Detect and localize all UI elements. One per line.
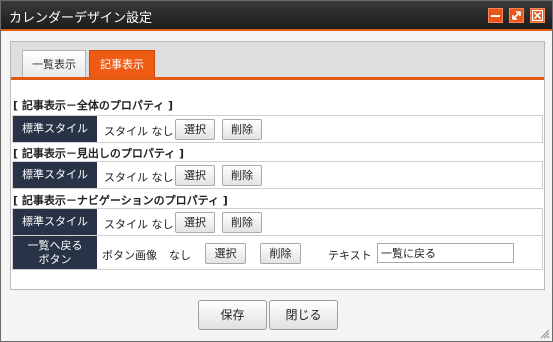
minimize-icon bbox=[491, 15, 500, 17]
calendar-design-dialog: カレンダーデザイン設定 一覧表示 記事表示 [ 記事表示－全体のプロパティ ] bbox=[0, 0, 553, 342]
close-button[interactable] bbox=[530, 8, 545, 23]
section-title-heading: [ 記事表示－見出しのプロパティ ] bbox=[13, 147, 185, 160]
tab-bar: 一覧表示 記事表示 bbox=[11, 42, 544, 80]
row-label: 標準スタイル bbox=[13, 162, 97, 188]
select-button[interactable]: 選択 bbox=[205, 243, 246, 264]
minimize-button[interactable] bbox=[488, 8, 503, 23]
resize-grip-icon[interactable] bbox=[538, 327, 550, 339]
section-title-navigation: [ 記事表示－ナビゲーションのプロパティ ] bbox=[13, 194, 228, 207]
close-dialog-button[interactable]: 閉じる bbox=[269, 300, 338, 330]
title-bar[interactable]: カレンダーデザイン設定 bbox=[1, 1, 552, 31]
delete-button[interactable]: 削除 bbox=[222, 119, 262, 140]
back-button-row: 一覧へ戻る ボタン ボタン画像 なし 選択 削除 テキスト bbox=[12, 235, 543, 270]
close-icon bbox=[531, 9, 544, 22]
tab-article-view[interactable]: 記事表示 bbox=[89, 50, 155, 77]
row-label-line1: 一覧へ戻る bbox=[27, 238, 83, 252]
property-row: 標準スタイル スタイル なし 選択 削除 bbox=[12, 115, 543, 143]
tab-list-view[interactable]: 一覧表示 bbox=[22, 50, 86, 77]
select-button[interactable]: 選択 bbox=[175, 212, 215, 233]
maximize-button[interactable] bbox=[509, 8, 524, 23]
delete-button[interactable]: 削除 bbox=[222, 212, 262, 233]
delete-button[interactable]: 削除 bbox=[222, 165, 262, 186]
row-label: 標準スタイル bbox=[13, 209, 97, 235]
back-text-input[interactable] bbox=[377, 243, 514, 263]
window-title: カレンダーデザイン設定 bbox=[9, 11, 153, 26]
select-button[interactable]: 選択 bbox=[175, 119, 215, 140]
section-title-overall: [ 記事表示－全体のプロパティ ] bbox=[13, 99, 174, 112]
select-button[interactable]: 選択 bbox=[175, 165, 215, 186]
text-label: テキスト bbox=[328, 249, 372, 262]
style-value: スタイル なし bbox=[104, 125, 174, 138]
row-label-line2: ボタン bbox=[38, 252, 72, 266]
button-image-label: ボタン画像 bbox=[102, 249, 157, 262]
button-image-value: なし bbox=[169, 249, 191, 262]
save-button[interactable]: 保存 bbox=[198, 300, 267, 330]
row-label: 一覧へ戻る ボタン bbox=[13, 236, 97, 269]
maximize-icon bbox=[512, 11, 521, 20]
delete-button[interactable]: 削除 bbox=[260, 243, 301, 264]
style-value: スタイル なし bbox=[104, 171, 174, 184]
property-row: 標準スタイル スタイル なし 選択 削除 bbox=[12, 208, 543, 236]
settings-panel: 一覧表示 記事表示 [ 記事表示－全体のプロパティ ] 標準スタイル スタイル … bbox=[10, 41, 545, 290]
row-label: 標準スタイル bbox=[13, 116, 97, 142]
style-value: スタイル なし bbox=[104, 218, 174, 231]
property-row: 標準スタイル スタイル なし 選択 削除 bbox=[12, 161, 543, 189]
